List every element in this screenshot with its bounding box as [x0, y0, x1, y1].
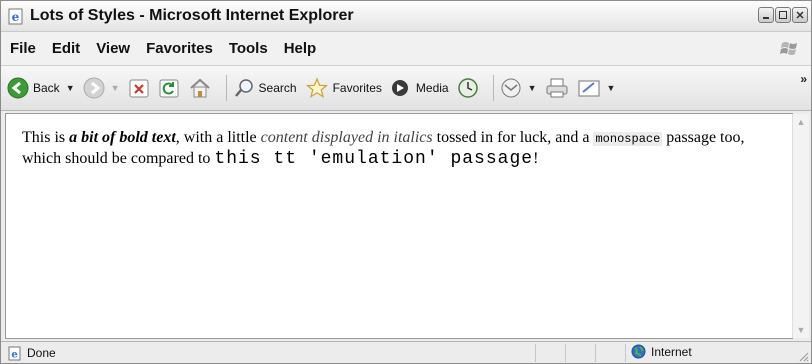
history-icon	[457, 78, 478, 98]
text-seg5: !	[533, 150, 539, 167]
menu-view[interactable]: View	[88, 40, 138, 57]
browser-window: e Lots of Styles - Microsoft Internet Ex…	[0, 0, 812, 364]
forward-button[interactable]: ▼	[83, 77, 120, 99]
search-label: Search	[258, 81, 297, 95]
toolbar-separator	[225, 75, 227, 101]
svg-text:e: e	[11, 349, 17, 360]
edit-button[interactable]: ▼	[577, 77, 616, 99]
ie-page-icon: e	[8, 8, 23, 24]
styles-paragraph: This is a bit of bold text, with a littl…	[6, 114, 792, 169]
menu-help[interactable]: Help	[276, 40, 325, 57]
print-icon	[546, 78, 568, 98]
edit-icon	[578, 80, 600, 97]
close-button[interactable]	[792, 7, 808, 23]
menu-file[interactable]: File	[1, 40, 44, 57]
back-label: Back	[33, 81, 60, 95]
mail-button[interactable]: ▼	[500, 77, 537, 99]
menu-edit[interactable]: Edit	[44, 40, 88, 57]
window-title: Lots of Styles - Microsoft Internet Expl…	[30, 7, 354, 24]
status-cell	[565, 344, 596, 362]
vertical-scrollbar[interactable]: ▲ ▼	[792, 114, 809, 338]
stop-icon	[129, 79, 149, 98]
media-icon	[391, 80, 408, 96]
mail-dropdown-icon[interactable]: ▼	[528, 83, 537, 93]
text-seg3: tossed in for luck, and a	[432, 129, 594, 146]
forward-dropdown-icon[interactable]: ▼	[111, 83, 120, 93]
toolbar-more-chevron[interactable]: »	[800, 72, 807, 86]
favorites-star-icon	[305, 77, 328, 98]
back-icon	[7, 77, 29, 99]
scroll-down-icon[interactable]: ▼	[793, 322, 809, 338]
mail-icon	[501, 78, 521, 98]
title-bar: e Lots of Styles - Microsoft Internet Ex…	[1, 1, 811, 32]
globe-icon	[631, 344, 646, 359]
stop-button[interactable]	[128, 77, 150, 99]
menu-favorites[interactable]: Favorites	[138, 40, 221, 57]
back-dropdown-icon[interactable]: ▼	[66, 83, 75, 93]
refresh-button[interactable]	[158, 77, 180, 99]
monospace-text: monospace	[593, 132, 663, 146]
resize-grip-icon[interactable]	[797, 350, 809, 362]
favorites-label: Favorites	[332, 81, 382, 95]
back-button[interactable]: Back ▼	[7, 77, 75, 99]
maximize-icon	[779, 11, 787, 19]
history-button[interactable]	[457, 77, 479, 99]
scroll-up-icon[interactable]: ▲	[793, 114, 809, 130]
search-icon	[234, 79, 253, 97]
refresh-icon	[159, 79, 179, 98]
media-label: Media	[415, 81, 449, 95]
svg-text:e: e	[12, 10, 20, 24]
page-content: This is a bit of bold text, with a littl…	[5, 113, 793, 339]
text-seg1: This is	[22, 129, 70, 146]
menu-tools[interactable]: Tools	[221, 40, 276, 57]
minimize-button[interactable]	[758, 7, 774, 23]
status-bar: e Done Internet	[1, 341, 811, 363]
media-button[interactable]: Media	[390, 77, 449, 99]
windows-flag-icon	[780, 42, 797, 55]
status-cell	[595, 344, 626, 362]
italic-text: content displayed in italics	[260, 129, 433, 146]
bold-italic-text: a bit of bold text	[69, 129, 176, 146]
security-zone: Internet	[631, 344, 692, 359]
menu-bar: File Edit View Favorites Tools Help	[1, 32, 811, 66]
standard-toolbar: Back ▼ ▼ Search Favorites Media ▼ ▼ »	[1, 66, 811, 111]
window-controls	[758, 7, 808, 23]
zone-text: Internet	[651, 344, 692, 359]
print-button[interactable]	[545, 77, 569, 99]
toolbar-separator	[492, 75, 494, 101]
status-left: e Done	[1, 346, 447, 361]
status-cell	[625, 344, 627, 362]
edit-dropdown-icon[interactable]: ▼	[607, 83, 616, 93]
status-cell	[535, 344, 566, 362]
tt-emulation-text: this tt 'emulation' passage	[214, 149, 534, 169]
favorites-button[interactable]: Favorites	[305, 77, 382, 99]
text-seg2: , with a little	[175, 129, 261, 146]
minimize-icon	[763, 17, 769, 19]
close-icon	[796, 11, 804, 19]
page-done-icon: e	[8, 346, 21, 360]
home-icon	[189, 78, 210, 98]
status-text: Done	[27, 346, 56, 360]
search-button[interactable]: Search	[233, 77, 297, 99]
home-button[interactable]	[188, 77, 212, 99]
maximize-button[interactable]	[775, 7, 791, 23]
forward-icon	[83, 77, 105, 99]
